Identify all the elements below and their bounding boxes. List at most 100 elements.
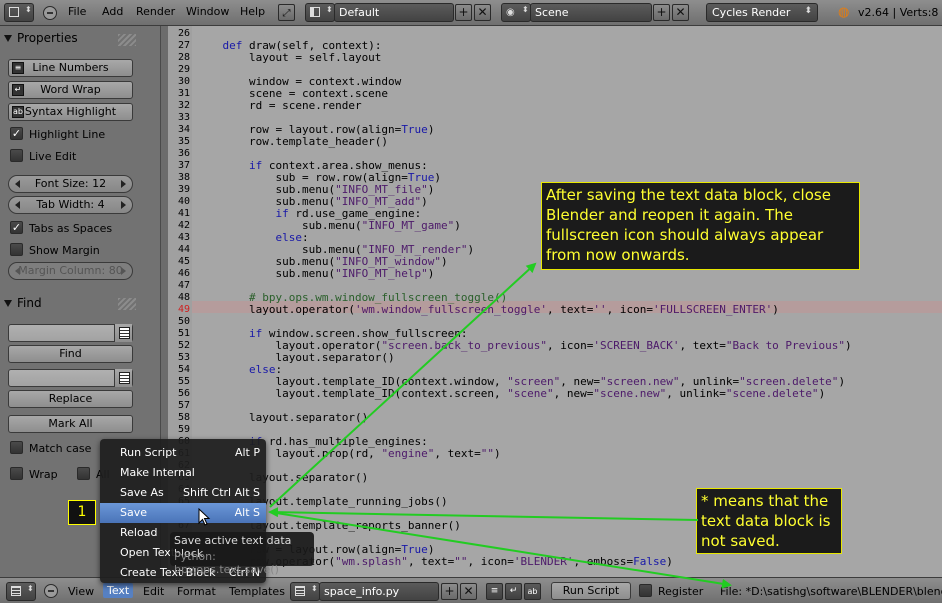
scene-browse[interactable]: ◉ ⬍ [501,3,531,22]
code-text[interactable]: layout = self.layout [196,52,381,64]
menu-view[interactable]: View [68,585,94,598]
updown-arrows-icon: ⬍ [326,5,333,14]
screen-layout-name: Default [339,6,380,19]
menu-add[interactable]: Add [102,5,123,18]
all-checkbox[interactable] [77,467,90,480]
match-case-checkbox[interactable] [10,441,23,454]
fullscreen-toggle-button[interactable]: ⤢ [278,4,295,21]
syntax-highlight-header-toggle[interactable]: ab [524,583,541,600]
text-picker-icon[interactable] [114,324,132,342]
drag-grip-icon[interactable] [118,298,136,310]
add-scene-button[interactable]: + [653,4,670,21]
menu-text[interactable]: Text [103,583,134,598]
line-number: 30 [177,76,190,87]
unlink-text-button[interactable]: ✕ [460,583,477,600]
show-margin-checkbox[interactable] [10,243,23,256]
step-number-badge: 1 [68,500,96,525]
text-picker-icon[interactable] [114,369,132,387]
collapse-menus-icon[interactable] [43,6,57,20]
menu-item-save-as[interactable]: Save As Shift Ctrl Alt S [100,483,266,503]
syntax-highlight-toggle[interactable]: ab Syntax Highlight [8,103,133,121]
increment-arrow-icon[interactable] [121,201,126,209]
match-case-label: Match case [29,442,92,455]
version-info: v2.64 | Verts:8 | [858,6,942,19]
menu-file[interactable]: File [68,5,86,18]
find-header-label: Find [17,296,42,310]
font-size-field[interactable]: Font Size: 12 [8,175,133,193]
line-numbers-icon: ≡ [12,62,24,74]
text-block-name: space_info.py [324,585,400,598]
line-numbers-header-toggle[interactable]: ≡ [486,583,503,600]
render-engine-dropdown[interactable]: Cycles Render ⬍ [706,3,818,22]
menu-templates[interactable]: Templates [229,585,285,598]
menu-help[interactable]: Help [240,5,265,18]
text-block-browse[interactable]: ⬍ [290,582,320,601]
menu-item-label: Save [120,506,148,519]
menu-format[interactable]: Format [177,585,216,598]
line-number: 57 [177,400,190,411]
line-number: 49 [177,304,190,315]
margin-column-field[interactable]: Margin Column: 80 [8,262,133,280]
line-number: 41 [177,208,190,219]
line-numbers-toggle[interactable]: ≡ Line Numbers [8,59,133,77]
code-text[interactable]: layout.separator() [196,412,368,424]
screen-layout-browse[interactable]: ⬍ [305,3,335,22]
increment-arrow-icon[interactable] [121,267,126,275]
menu-item-make-internal[interactable]: Make Internal [100,463,266,483]
decrement-arrow-icon[interactable] [15,267,20,275]
menu-item-label: Make Internal [120,466,195,479]
replace-button[interactable]: Replace [8,390,133,408]
code-text[interactable]: layout.operator('wm.window_fullscreen_to… [196,304,779,316]
decrement-arrow-icon[interactable] [15,201,20,209]
decrement-arrow-icon[interactable] [15,180,20,188]
code-text[interactable]: layout.template_ID(context.screen, "scen… [196,388,825,400]
close-icon: ✕ [675,5,686,19]
find-button[interactable]: Find [8,345,133,363]
line-number: 54 [177,364,190,375]
code-text[interactable]: rd = scene.render [196,100,362,112]
delete-scene-button[interactable]: ✕ [672,4,689,21]
live-edit-checkbox[interactable] [10,149,23,162]
find-text-input[interactable] [8,324,133,342]
tab-width-field[interactable]: Tab Width: 4 [8,196,133,214]
text-block-name-field[interactable]: space_info.py [319,582,439,601]
scene-name: Scene [535,6,569,19]
tab-width-value: Tab Width: 4 [36,198,105,211]
editor-type-selector[interactable]: ⬍ [6,582,36,601]
new-text-button[interactable]: + [441,583,458,600]
drag-grip-icon[interactable] [118,34,136,46]
find-header[interactable]: Find [4,296,42,310]
screen-layout-field[interactable]: Default [334,3,454,22]
code-text[interactable]: row.template_header() [196,136,388,148]
wrap-checkbox[interactable] [10,467,23,480]
menu-item-save[interactable]: Save Alt S [100,503,266,523]
menu-item-shortcut: Alt P [234,446,260,459]
tabs-as-spaces-checkbox[interactable]: ✓ [10,221,23,234]
menu-edit[interactable]: Edit [143,585,164,598]
updown-arrows-icon: ⬍ [804,6,812,16]
properties-header-label: Properties [17,31,78,45]
editor-type-selector[interactable]: ⬍ [4,3,34,22]
line-number: 34 [177,124,190,135]
replace-text-input[interactable] [8,369,133,387]
line-number: 31 [177,88,190,99]
menu-item-run-script[interactable]: Run Script Alt P [100,443,266,463]
run-script-button[interactable]: Run Script [551,582,631,600]
increment-arrow-icon[interactable] [121,180,126,188]
mark-all-button[interactable]: Mark All [8,415,133,433]
register-checkbox[interactable] [639,584,652,597]
code-text[interactable]: sub.menu("INFO_MT_help") [196,268,434,280]
fullscreen-note-callout: After saving the text data block, close … [541,182,860,270]
add-screen-button[interactable]: + [455,4,472,21]
highlight-line-checkbox[interactable]: ✓ [10,127,23,140]
word-wrap-header-toggle[interactable]: ↵ [505,583,522,600]
line-number: 42 [177,220,190,231]
line-number: 53 [177,352,190,363]
delete-screen-button[interactable]: ✕ [474,4,491,21]
menu-render[interactable]: Render [136,5,175,18]
collapse-menus-icon[interactable] [44,584,58,598]
properties-header[interactable]: Properties [4,31,78,45]
word-wrap-toggle[interactable]: ↵ Word Wrap [8,81,133,99]
menu-window[interactable]: Window [186,5,229,18]
scene-field[interactable]: Scene [530,3,652,22]
